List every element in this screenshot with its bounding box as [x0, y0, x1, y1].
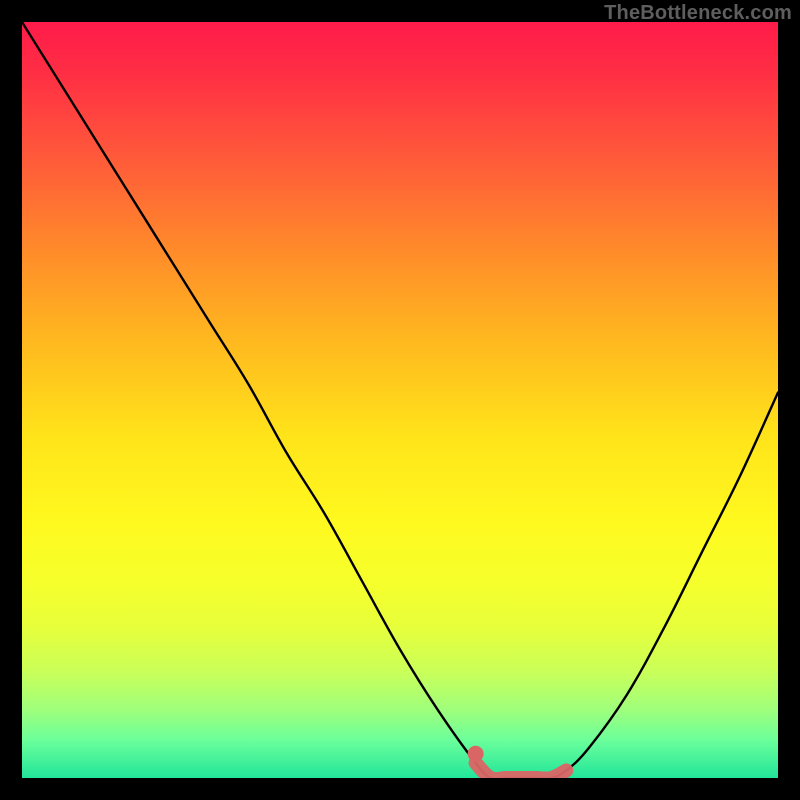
bottleneck-curve	[22, 22, 778, 778]
plot-area	[22, 22, 778, 778]
optimal-range-accent	[476, 763, 567, 778]
chart-stage: TheBottleneck.com	[0, 0, 800, 800]
accent-end-dot	[468, 746, 484, 762]
chart-svg	[22, 22, 778, 778]
